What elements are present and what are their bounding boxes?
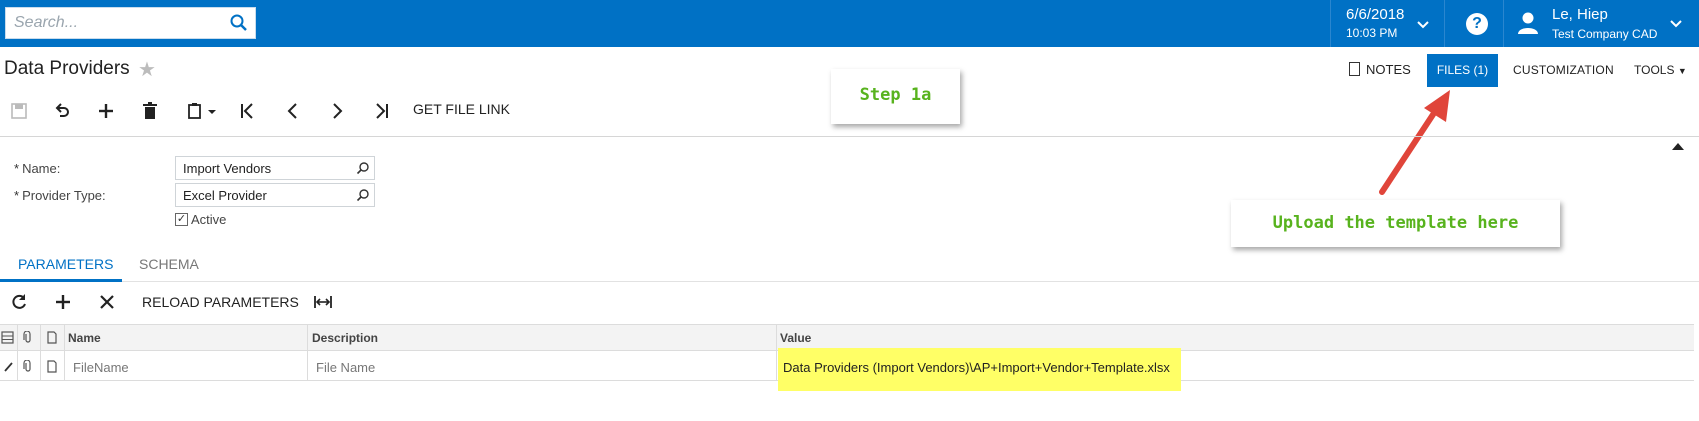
search-input[interactable] bbox=[6, 8, 216, 38]
active-tab-indicator bbox=[0, 279, 122, 282]
company-name: Test Company CAD bbox=[1552, 27, 1658, 41]
delete-icon[interactable] bbox=[139, 100, 161, 122]
top-bar: 6/6/2018 10:03 PM ? Le, Hiep Test Compan… bbox=[0, 0, 1699, 47]
edit-icon[interactable] bbox=[2, 360, 14, 373]
active-checkbox[interactable]: ✓ bbox=[175, 213, 188, 226]
copy-paste-icon[interactable] bbox=[184, 100, 218, 122]
note-icon[interactable] bbox=[46, 360, 58, 373]
note-icon bbox=[47, 331, 57, 344]
divider bbox=[0, 136, 1699, 137]
add-icon[interactable] bbox=[95, 100, 117, 122]
search-icon[interactable] bbox=[356, 161, 370, 175]
date-time-selector[interactable]: 6/6/2018 10:03 PM bbox=[1346, 6, 1404, 40]
upload-hint-annotation: Upload the template here bbox=[1231, 200, 1560, 247]
divider bbox=[1444, 0, 1445, 47]
column-header-description[interactable]: Description bbox=[312, 331, 378, 345]
name-label: * Name: bbox=[14, 161, 61, 176]
tab-parameters[interactable]: PARAMETERS bbox=[18, 256, 113, 272]
cell-value[interactable]: Data Providers (Import Vendors)\AP+Impor… bbox=[783, 360, 1170, 375]
column-header-name[interactable]: Name bbox=[68, 331, 101, 345]
provider-type-field[interactable]: Excel Provider bbox=[175, 183, 375, 207]
notes-button[interactable]: NOTES bbox=[1349, 62, 1411, 77]
column-header-value[interactable]: Value bbox=[780, 331, 811, 345]
tools-button[interactable]: TOOLS ▼ bbox=[1634, 63, 1687, 77]
save-icon[interactable] bbox=[8, 100, 30, 122]
get-file-link-button[interactable]: GET FILE LINK bbox=[413, 101, 510, 117]
files-button[interactable]: FILES (1) bbox=[1427, 54, 1498, 87]
divider bbox=[1330, 0, 1331, 47]
chevron-down-icon[interactable] bbox=[1668, 16, 1684, 32]
user-icon[interactable] bbox=[1517, 10, 1539, 36]
divider bbox=[0, 281, 1699, 282]
cell-description[interactable]: File Name bbox=[316, 360, 375, 375]
cell-name[interactable]: FileName bbox=[73, 360, 129, 375]
customization-button[interactable]: CUSTOMIZATION bbox=[1513, 63, 1614, 77]
last-record-icon[interactable] bbox=[370, 100, 392, 122]
red-arrow-icon bbox=[1379, 90, 1450, 195]
previous-record-icon[interactable] bbox=[282, 100, 304, 122]
row-selector-icon[interactable] bbox=[1, 331, 14, 344]
page-title: Data Providers bbox=[4, 58, 130, 79]
help-icon[interactable]: ? bbox=[1466, 13, 1488, 35]
current-date: 6/6/2018 bbox=[1346, 6, 1405, 23]
user-menu[interactable]: Le, Hiep Test Company CAD bbox=[1552, 6, 1657, 41]
step-annotation: Step 1a bbox=[831, 69, 960, 124]
first-record-icon[interactable] bbox=[237, 100, 259, 122]
name-value: Import Vendors bbox=[183, 161, 272, 176]
collapse-icon[interactable] bbox=[1672, 143, 1684, 150]
chevron-down-icon[interactable] bbox=[1415, 17, 1431, 33]
close-icon[interactable] bbox=[96, 291, 118, 313]
reload-parameters-button[interactable]: RELOAD PARAMETERS bbox=[142, 294, 299, 310]
attachment-icon bbox=[23, 331, 31, 343]
grid-header bbox=[0, 324, 1694, 351]
next-record-icon[interactable] bbox=[326, 100, 348, 122]
tab-schema[interactable]: SCHEMA bbox=[139, 256, 199, 272]
provider-type-value: Excel Provider bbox=[183, 188, 267, 203]
current-time: 10:03 PM bbox=[1346, 26, 1398, 40]
add-icon[interactable] bbox=[52, 291, 74, 313]
document-icon bbox=[1349, 62, 1360, 76]
attachment-icon[interactable] bbox=[22, 360, 34, 373]
user-name: Le, Hiep bbox=[1552, 6, 1608, 23]
provider-type-label: * Provider Type: bbox=[14, 188, 106, 203]
search-box[interactable] bbox=[5, 7, 256, 39]
notes-label: NOTES bbox=[1366, 62, 1411, 77]
undo-icon[interactable] bbox=[51, 100, 73, 122]
star-icon[interactable]: ★ bbox=[138, 57, 156, 82]
divider bbox=[1503, 0, 1504, 47]
name-field[interactable]: Import Vendors bbox=[175, 156, 375, 180]
active-label: Active bbox=[191, 212, 227, 227]
caret-down-icon: ▼ bbox=[1677, 66, 1687, 76]
refresh-icon[interactable] bbox=[8, 291, 30, 313]
search-icon[interactable] bbox=[229, 13, 249, 33]
fit-columns-icon[interactable] bbox=[312, 291, 334, 313]
tools-label: TOOLS bbox=[1634, 63, 1675, 77]
search-icon[interactable] bbox=[356, 188, 370, 202]
